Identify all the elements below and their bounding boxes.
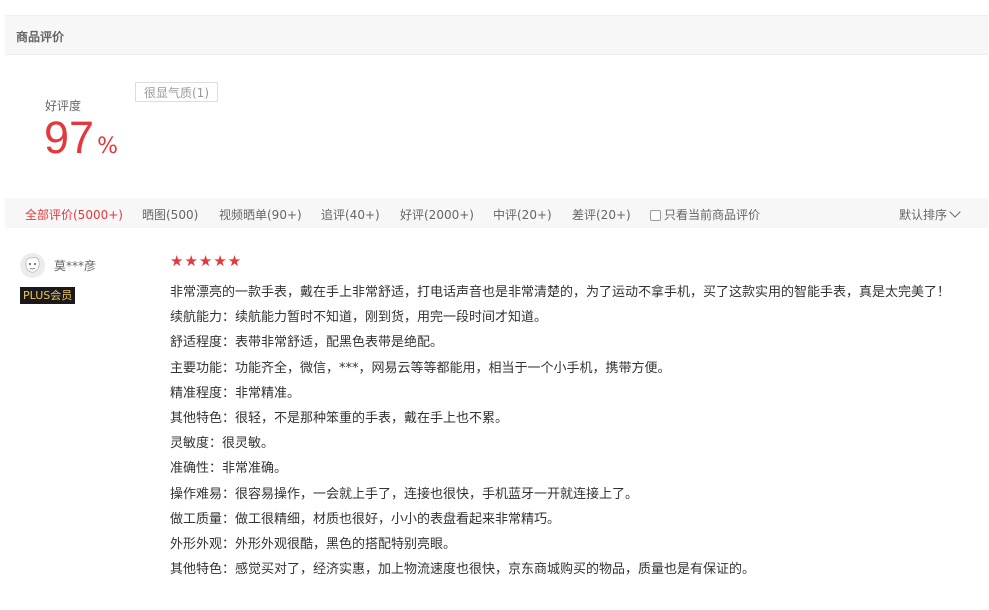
review-line: 主要功能：功能齐全，微信，***，网易云等等都能用，相当于一个小手机，携带方便。 xyxy=(170,360,671,376)
review-line: 做工质量：做工很精细，材质也很好，小小的表盘看起来非常精巧。 xyxy=(170,511,561,527)
star-rating: ★★★★★ xyxy=(170,252,243,270)
review-line: 灵敏度：很灵敏。 xyxy=(170,436,275,452)
review-line: 操作难易：很容易操作，一会就上手了，连接也很快，手机蓝牙一开就连接上了。 xyxy=(170,486,639,502)
review-content: 非常漂亮的一款手表，戴在手上非常舒适，打电话声音也是非常清楚的，为了运动不拿手机… xyxy=(170,280,975,582)
plus-member-badge: PLUS会员 xyxy=(20,287,76,304)
positive-rate: 97% xyxy=(44,112,118,164)
user-avatar-icon xyxy=(20,253,45,278)
sort-label: 默认排序 xyxy=(899,208,948,222)
filter-positive[interactable]: 好评(2000+) xyxy=(400,206,474,223)
review-line: 外形外观：外形外观很酷，黑色的搭配特别亮眼。 xyxy=(170,537,457,553)
filter-all[interactable]: 全部评价(5000+) xyxy=(25,206,123,223)
positive-rate-value: 97 xyxy=(44,112,95,163)
avatar xyxy=(20,253,45,278)
review-line: 其他特色：感觉买对了，经济实惠，加上物流速度也很快，京东商城购买的物品，质量也是… xyxy=(170,562,756,578)
sort-dropdown[interactable]: 默认排序 xyxy=(899,206,961,223)
filter-photos[interactable]: 晒图(500) xyxy=(142,206,198,223)
review-line: 准确性：非常准确。 xyxy=(170,461,288,477)
review-line: 续航能力：续航能力暂时不知道，刚到货，用完一段时间才知道。 xyxy=(170,310,548,326)
only-current-toggle[interactable]: 只看当前商品评价 xyxy=(650,206,760,223)
comments-header: 商品评价 xyxy=(5,15,988,55)
checkbox-icon[interactable] xyxy=(650,210,661,221)
comment-tag[interactable]: 很显气质(1) xyxy=(135,82,218,102)
chevron-down-icon xyxy=(949,206,961,218)
filter-negative[interactable]: 差评(20+) xyxy=(572,206,631,223)
section-title: 商品评价 xyxy=(16,30,65,44)
only-current-label: 只看当前商品评价 xyxy=(664,208,761,222)
username: 莫***彦 xyxy=(54,259,97,273)
filter-videos[interactable]: 视频晒单(90+) xyxy=(219,206,302,223)
filter-neutral[interactable]: 中评(20+) xyxy=(493,206,552,223)
review-line: 其他特色：很轻，不是那种笨重的手表，戴在手上也不累。 xyxy=(170,411,509,427)
filter-followup[interactable]: 追评(40+) xyxy=(321,206,380,223)
review-line: 舒适程度：表带非常舒适，配黑色表带是绝配。 xyxy=(170,335,444,351)
positive-rate-unit: % xyxy=(97,134,118,159)
review-line: 非常漂亮的一款手表，戴在手上非常舒适，打电话声音也是非常清楚的，为了运动不拿手机… xyxy=(170,285,951,300)
review-line: 精准程度：非常精准。 xyxy=(170,385,301,401)
filter-bar: 全部评价(5000+) 晒图(500) 视频晒单(90+) 追评(40+) 好评… xyxy=(5,198,988,228)
